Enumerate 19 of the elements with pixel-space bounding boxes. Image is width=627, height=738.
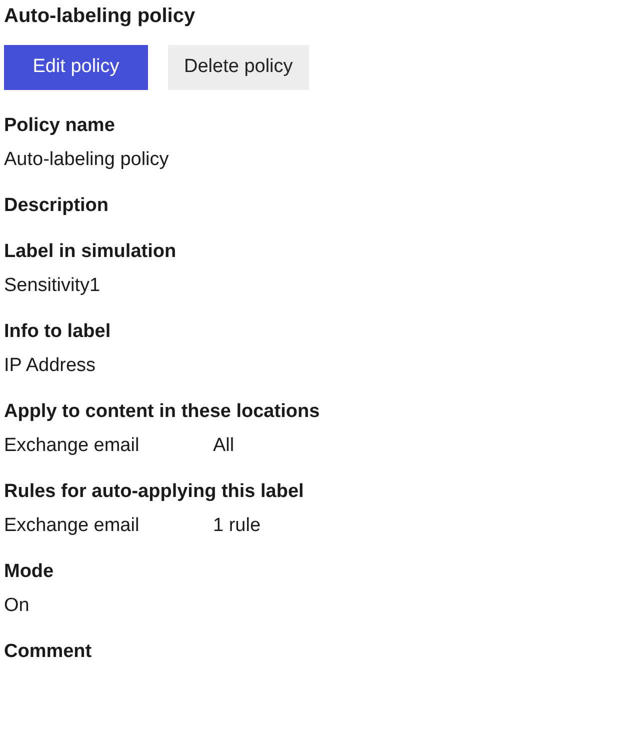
field-value: IP Address xyxy=(4,354,97,378)
page-title: Auto-labeling policy xyxy=(4,4,196,26)
field-value: Sensitivity1 xyxy=(4,274,102,298)
field-label: Label in simulation xyxy=(4,240,178,264)
field-value: Auto-labeling policy xyxy=(4,148,170,172)
field-value: 1 rule xyxy=(213,514,261,538)
location-name: Exchange email xyxy=(4,514,140,538)
field-label: Apply to content in these locations xyxy=(4,400,321,424)
location-name: Exchange email xyxy=(4,434,140,458)
field-label: Policy name xyxy=(4,114,116,138)
delete-button[interactable]: Delete policy xyxy=(168,45,309,90)
field-label: Comment xyxy=(4,640,93,664)
field-value: On xyxy=(4,594,30,618)
edit-button[interactable]: Edit policy xyxy=(4,45,148,90)
field-value: All xyxy=(213,434,234,458)
field-label: Mode xyxy=(4,560,55,584)
field-label: Description xyxy=(4,194,110,218)
field-label: Info to label xyxy=(4,320,112,344)
field-label: Rules for auto-applying this label xyxy=(4,480,305,504)
